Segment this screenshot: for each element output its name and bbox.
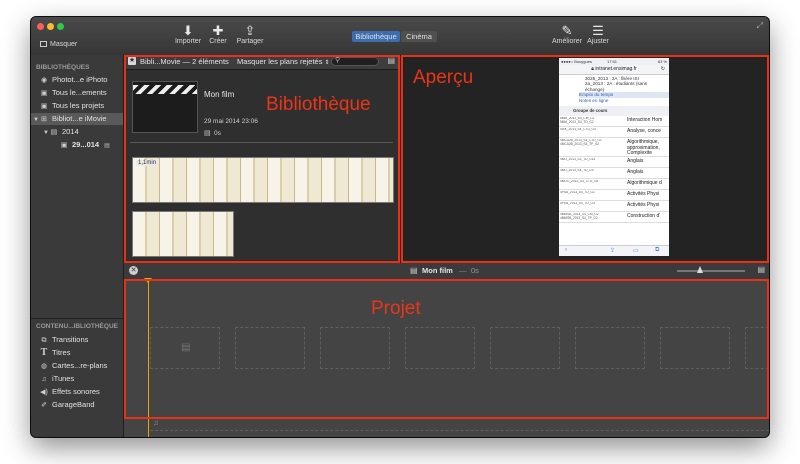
import-label: Importer [174, 38, 202, 45]
film-badge-icon: ▤ [104, 143, 110, 149]
import-arrow-icon: ⬇ [182, 23, 194, 38]
sliders-icon: ☰ [592, 23, 604, 38]
music-note-icon: ♫ [153, 418, 159, 427]
import-button[interactable]: ⬇ Importer [170, 23, 206, 45]
sidebar-item-sound-effects[interactable]: ◀) Effets sonores [31, 386, 123, 398]
transitions-icon: ⧉ [41, 337, 47, 344]
sidebar-item-transitions[interactable]: ⧉ Transitions [31, 334, 123, 346]
library-highlight-frame [124, 55, 400, 263]
sidebar-item-label: GarageBand [52, 400, 95, 409]
music-track[interactable]: ♫ [150, 417, 769, 431]
sidebar-item-event-29-may[interactable]: ▣ 29...014 ▤ [31, 139, 123, 151]
sidebar-item-label: Bibliot...e iMovie [51, 114, 107, 123]
share-button[interactable]: ⇪ Partager [232, 23, 268, 45]
minimize-window-button[interactable] [47, 23, 54, 30]
speaker-icon: ◀) [40, 389, 48, 396]
music-note-icon: ♫ [41, 376, 47, 383]
project-highlight-frame [124, 279, 769, 419]
zoom-slider[interactable] [677, 270, 745, 272]
sidebar-item-label: Photot...e iPhoto [52, 75, 108, 84]
film-strip-icon: ▤ [410, 266, 418, 275]
fullscreen-icon[interactable]: ⤢ [757, 21, 763, 31]
sidebar-item-label: Tous les projets [52, 101, 105, 110]
sidebar-item-maps-backgrounds[interactable]: ◍ Cartes...re-plans [31, 360, 123, 372]
tab-cinema[interactable]: Cinéma [401, 31, 437, 42]
plus-icon: ✚ [212, 23, 224, 38]
preview-annotation-label: Aperçu [413, 67, 474, 88]
sidebar-item-iphoto[interactable]: ◉ Photot...e iPhoto [31, 74, 123, 86]
guitar-icon: ✐ [41, 402, 47, 409]
share-label: Partager [236, 38, 264, 45]
sidebar-item-label: Titres [52, 348, 71, 357]
sidebar-item-garageband[interactable]: ✐ GarageBand [31, 399, 123, 411]
close-window-button[interactable] [37, 23, 44, 30]
sidebar-item-label: 29...014 [72, 140, 100, 149]
globe-icon: ◍ [40, 363, 48, 370]
sidebar-item-label: Tous le...ements [52, 88, 107, 97]
sidebar-item-all-events[interactable]: ▣ Tous le...ements [31, 87, 123, 99]
content-library-header: CONTENU...IBLIOTHÈQUE [36, 323, 118, 330]
magic-wand-icon: ✎ [561, 23, 573, 38]
sidebar-item-label: iTunes [52, 374, 75, 383]
create-button[interactable]: ✚ Créer [204, 23, 232, 45]
tab-library[interactable]: Bibliothèque [352, 31, 400, 42]
sidebar-item-itunes[interactable]: ♫ iTunes [31, 373, 123, 385]
event-icon: ▣ [60, 142, 68, 149]
timeline-duration: 0s [471, 266, 479, 275]
share-icon: ⇪ [244, 23, 256, 38]
hide-button[interactable]: Masquer [40, 41, 77, 48]
close-icon[interactable]: ✕ [129, 266, 138, 275]
adjust-button[interactable]: ☰ Ajuster [584, 23, 612, 45]
timeline-project-title: Mon film [422, 266, 453, 275]
clip-size-icon[interactable]: ▤ [757, 265, 765, 274]
sidebar-divider [31, 318, 123, 319]
zoom-slider-knob[interactable] [697, 266, 703, 273]
sidebar-item-label: 2014 [61, 127, 79, 136]
project-annotation-label: Projet [371, 298, 421, 319]
film-icon: ▣ [40, 90, 48, 97]
improve-label: Améliorer [552, 38, 582, 45]
improve-button[interactable]: ✎ Améliorer [550, 23, 584, 45]
timeline-dash: — [459, 266, 467, 275]
zoom-window-button[interactable] [57, 23, 64, 30]
sidebar-item-imovie-library[interactable]: ▼ ⊞ Bibliot...e iMovie [31, 113, 123, 125]
sidebar-toggle-icon [40, 41, 47, 48]
libraries-header: BIBLIOTHÈQUES [36, 64, 90, 71]
sidebar-item-all-projects[interactable]: ▣ Tous les projets [31, 100, 123, 112]
sidebar-item-titles[interactable]: T Titres [31, 347, 123, 359]
camera-icon: ◉ [40, 77, 48, 84]
create-label: Créer [209, 38, 227, 45]
toolbar: Masquer ⬇ Importer ✚ Créer ⇪ Partager Bi… [31, 17, 769, 56]
hide-label: Masquer [50, 41, 78, 48]
grid-icon: ⊞ [41, 116, 47, 123]
sidebar-item-year-2014[interactable]: ▼ ▤ 2014 [31, 126, 123, 138]
sidebar-item-label: Effets sonores [52, 387, 100, 396]
film-icon: ▣ [40, 103, 48, 110]
library-annotation-label: Bibliothèque [266, 94, 371, 115]
sidebar-item-label: Cartes...re-plans [52, 361, 108, 370]
timeline-header-bar: ✕ ▤ Mon film — 0s ▤ [124, 262, 769, 280]
sidebar: BIBLIOTHÈQUES ◉ Photot...e iPhoto ▣ Tous l… [31, 55, 124, 437]
calendar-icon: ▤ [50, 129, 58, 136]
adjust-label: Ajuster [587, 38, 609, 45]
sidebar-item-label: Transitions [52, 335, 89, 344]
titles-icon: T [40, 347, 48, 358]
